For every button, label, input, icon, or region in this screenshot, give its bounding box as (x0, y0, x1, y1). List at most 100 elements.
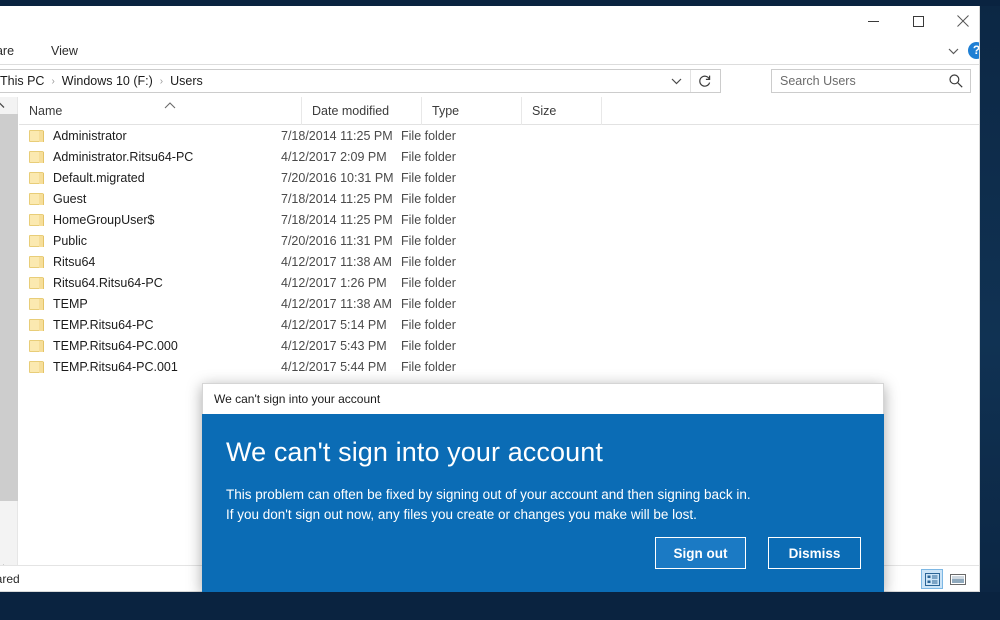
file-type: File folder (401, 359, 456, 374)
maximize-button[interactable] (895, 6, 941, 36)
breadcrumb-bar[interactable]: This PC › Windows 10 (F:) › Users (0, 69, 721, 93)
breadcrumb-item-windows-10-f[interactable]: Windows 10 (F:) (62, 74, 153, 88)
file-row[interactable]: Administrator.Ritsu64-PC 4/12/2017 2:09 P… (19, 146, 979, 167)
file-type: File folder (401, 296, 456, 311)
file-date-modified: 4/12/2017 11:38 AM (281, 296, 392, 311)
sort-ascending-icon (164, 102, 176, 109)
ribbon-tab-strip: hare View (0, 38, 979, 64)
folder-icon (29, 171, 45, 185)
desktop-top-strip (0, 0, 1000, 6)
file-type: File folder (401, 149, 456, 164)
dismiss-button[interactable]: Dismiss (768, 537, 861, 569)
minimize-icon (867, 20, 879, 22)
breadcrumb-separator: › (159, 75, 164, 87)
file-date-modified: 4/12/2017 2:09 PM (281, 149, 387, 164)
file-date-modified: 4/12/2017 5:44 PM (281, 359, 387, 374)
chevron-down-icon (948, 48, 958, 54)
file-row[interactable]: Ritsu64 4/12/2017 11:38 AM File folder (19, 251, 979, 272)
file-name: TEMP.Ritsu64-PC.000 (53, 338, 178, 353)
help-icon-label: ? (972, 43, 980, 57)
large-icons-view-icon (950, 573, 966, 585)
file-row[interactable]: Guest 7/18/2014 11:25 PM File folder (19, 188, 979, 209)
file-row[interactable]: TEMP.Ritsu64-PC 4/12/2017 5:14 PM File fol… (19, 314, 979, 335)
dialog-heading: We can't sign into your account (226, 437, 603, 467)
column-header-date-modified[interactable]: Date modified (301, 97, 421, 125)
file-row[interactable]: HomeGroupUser$ 7/18/2014 11:25 PM File fol… (19, 209, 979, 230)
scroll-up-button[interactable] (0, 97, 18, 114)
breadcrumb-separator: › (51, 75, 55, 87)
file-name: TEMP.Ritsu64-PC (53, 317, 154, 332)
file-date-modified: 7/18/2014 11:25 PM (281, 191, 393, 206)
chevron-up-icon (0, 102, 5, 108)
file-row[interactable]: Ritsu64.Ritsu64-PC 4/12/2017 1:26 PM File … (19, 272, 979, 293)
file-name: HomeGroupUser$ (53, 212, 155, 227)
chevron-down-icon (671, 78, 681, 84)
view-mode-buttons (921, 569, 969, 589)
maximize-icon (912, 15, 924, 27)
scrollbar-thumb[interactable] (0, 114, 18, 501)
folder-icon (29, 129, 45, 143)
column-header-size[interactable]: Size (521, 97, 601, 125)
folder-icon (29, 360, 45, 374)
folder-icon (29, 297, 45, 311)
refresh-icon (698, 75, 710, 87)
sign-in-error-dialog: We can't sign into your account We can't… (202, 383, 884, 592)
file-date-modified: 4/12/2017 1:26 PM (281, 275, 387, 290)
breadcrumb-history-dropdown-button[interactable] (664, 70, 688, 92)
file-type: File folder (401, 338, 456, 353)
folder-icon (29, 213, 45, 227)
dialog-message-line-1: This problem can often be fixed by signi… (226, 487, 751, 502)
ribbon-tab-view[interactable]: View (51, 38, 78, 64)
file-row[interactable]: Administrator 7/18/2014 11:25 PM File fold… (19, 125, 979, 146)
file-type: File folder (401, 170, 456, 185)
file-row[interactable]: TEMP.Ritsu64-PC.001 4/12/2017 5:44 PM File… (19, 356, 979, 377)
folder-icon (29, 276, 45, 290)
file-date-modified: 7/20/2016 10:31 PM (281, 170, 394, 185)
file-type: File folder (401, 254, 456, 269)
close-icon (957, 15, 969, 27)
dialog-body: We can't sign into your account This pro… (202, 414, 884, 592)
window-title-bar (0, 6, 979, 38)
close-button[interactable] (940, 6, 979, 36)
file-name: TEMP.Ritsu64-PC.001 (53, 359, 178, 374)
details-view-button[interactable] (921, 569, 943, 589)
file-name: Administrator (53, 128, 127, 143)
folder-icon (29, 318, 45, 332)
file-row[interactable]: Public 7/20/2016 11:31 PM File folder (19, 230, 979, 251)
address-bar-row: This PC › Windows 10 (F:) › Users (0, 65, 979, 97)
column-header-name[interactable]: Name (19, 97, 301, 125)
details-view-icon (924, 572, 940, 586)
file-type: File folder (401, 275, 456, 290)
file-type: File folder (401, 212, 456, 227)
file-name: Administrator.Ritsu64-PC (53, 149, 194, 164)
large-icons-view-button[interactable] (947, 569, 969, 589)
expand-ribbon-button[interactable] (943, 42, 963, 60)
file-date-modified: 7/20/2016 11:31 PM (281, 233, 393, 248)
breadcrumb-item-users[interactable]: Users (170, 74, 203, 88)
file-type: File folder (401, 128, 456, 143)
navigation-pane-scrollbar[interactable] (0, 97, 18, 584)
file-name: Public (53, 233, 88, 248)
column-header-empty (601, 97, 979, 125)
help-button[interactable]: ? (968, 42, 980, 59)
status-bar-text: hared (0, 572, 20, 586)
ribbon-tab-share[interactable]: hare (0, 38, 14, 64)
file-name: Ritsu64.Ritsu64-PC (53, 275, 163, 290)
breadcrumb-item-this-pc[interactable]: This PC (0, 74, 44, 88)
file-name: Guest (53, 191, 87, 206)
minimize-button[interactable] (850, 6, 896, 36)
folder-icon (29, 150, 45, 164)
sign-out-button[interactable]: Sign out (655, 537, 746, 569)
file-row[interactable]: Default.migrated 7/20/2016 10:31 PM File f… (19, 167, 979, 188)
search-input[interactable] (780, 70, 940, 92)
search-box[interactable] (771, 69, 971, 93)
refresh-button[interactable] (690, 70, 718, 92)
column-header-type[interactable]: Type (421, 97, 521, 125)
file-row[interactable]: TEMP.Ritsu64-PC.000 4/12/2017 5:43 PM File… (19, 335, 979, 356)
file-date-modified: 4/12/2017 5:43 PM (281, 338, 387, 353)
file-name: TEMP (53, 296, 88, 311)
file-row[interactable]: TEMP 4/12/2017 11:38 AM File folder (19, 293, 979, 314)
dialog-message: This problem can often be fixed by signi… (226, 485, 846, 525)
folder-icon (29, 192, 45, 206)
column-header-row: Name Date modified Type Size (19, 97, 979, 125)
